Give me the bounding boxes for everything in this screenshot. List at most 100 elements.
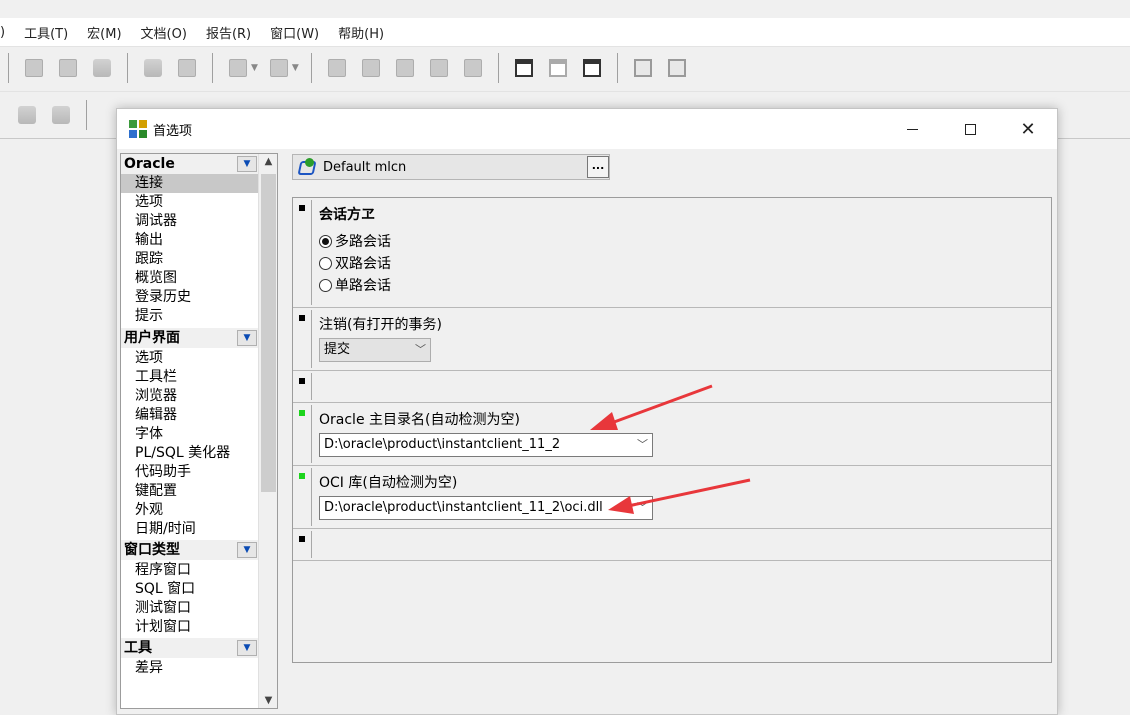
close-button[interactable]: ✕: [999, 109, 1057, 149]
menu-report[interactable]: 报告(R): [206, 23, 251, 42]
category-scrollbar[interactable]: ▲ ▼: [258, 154, 277, 708]
menu-document[interactable]: 文档(O): [141, 23, 187, 42]
profile-options-button[interactable]: ...: [587, 156, 609, 178]
setting-empty: [293, 371, 1051, 403]
category-item-trace[interactable]: 跟踪: [121, 250, 259, 269]
row-divider: [311, 373, 312, 400]
category-item-editor[interactable]: 编辑器: [121, 406, 259, 425]
category-item-plan-window[interactable]: 计划窗口: [121, 618, 259, 637]
menu-tools[interactable]: 工具(T): [24, 23, 68, 42]
copy-icon[interactable]: [59, 58, 77, 77]
category-item-test-window[interactable]: 测试窗口: [121, 599, 259, 618]
redo-icon[interactable]: [269, 58, 288, 77]
breakpoint-icon[interactable]: [514, 58, 533, 77]
profile-icon: [297, 158, 317, 176]
find-icon[interactable]: [144, 58, 162, 77]
main-toolbar: ▼ ▼: [0, 46, 1130, 88]
dialog-titlebar[interactable]: 首选项 ✕: [117, 109, 1057, 149]
category-group-window-types[interactable]: 窗口类型 ▼: [121, 540, 259, 560]
toolbar-separator: [127, 52, 128, 83]
category-item-overview[interactable]: 概览图: [121, 269, 259, 288]
row-divider: [311, 405, 312, 463]
profile-select[interactable]: Default mlcn ﹀: [292, 154, 610, 180]
category-group-oracle[interactable]: Oracle ▼: [121, 154, 259, 174]
category-group-ui[interactable]: 用户界面 ▼: [121, 328, 259, 348]
category-item-ui-options[interactable]: 选项: [121, 349, 259, 368]
radio-dual-session[interactable]: 双路会话: [319, 252, 391, 274]
settings-panel: 会话方ヱ 多路会话 双路会话 单路会话 注销(有打开的事务) 提交 ﹀ Orac…: [292, 197, 1052, 663]
radio-unchecked-icon[interactable]: [319, 278, 332, 292]
category-item-options[interactable]: 选项: [121, 193, 259, 212]
oracle-home-input[interactable]: D:\oracle\product\instantclient_11_2 ﹀: [319, 433, 653, 457]
category-item-diff[interactable]: 差异: [121, 659, 259, 678]
radio-unchecked-icon[interactable]: [319, 256, 332, 270]
setting-marker: [299, 205, 305, 211]
radio-single-session[interactable]: 单路会话: [319, 274, 391, 296]
edit-icon[interactable]: [327, 58, 346, 77]
radio-multi-session[interactable]: 多路会话: [319, 230, 391, 252]
category-item-key-config[interactable]: 键配置: [121, 482, 259, 501]
category-item-hints[interactable]: 提示: [121, 307, 259, 326]
category-item-logon-history[interactable]: 登录历史: [121, 288, 259, 307]
category-list[interactable]: Oracle ▼ 连接 选项 调试器 输出 跟踪 概览图 登录历史 提示 用户界…: [120, 153, 278, 709]
tile-windows-icon[interactable]: [667, 58, 686, 77]
setting-oci-library: OCI 库(自动检测为空) D:\oracle\product\instantc…: [293, 466, 1051, 529]
row-divider: [311, 310, 312, 368]
category-item-output[interactable]: 输出: [121, 231, 259, 250]
toolbar-separator: [8, 52, 9, 83]
scrollbar-thumb[interactable]: [261, 174, 276, 492]
insert-icon[interactable]: [429, 58, 448, 77]
cascade-windows-icon[interactable]: [633, 58, 652, 77]
undo-icon[interactable]: [229, 58, 247, 77]
disconnect-icon[interactable]: [52, 106, 70, 124]
maximize-button[interactable]: [941, 109, 999, 149]
category-item-appearance[interactable]: 外观: [121, 501, 259, 520]
remove-icon[interactable]: [463, 58, 482, 77]
category-item-toolbar[interactable]: 工具栏: [121, 368, 259, 387]
chevron-down-icon[interactable]: ﹀: [637, 497, 648, 519]
radio-checked-icon[interactable]: [319, 234, 332, 248]
cut-icon[interactable]: [25, 58, 43, 77]
oracle-home-value: D:\oracle\product\instantclient_11_2: [324, 437, 561, 452]
chevron-down-icon[interactable]: ▼: [237, 156, 257, 172]
unindent-icon[interactable]: [395, 58, 414, 77]
find-next-icon[interactable]: [178, 58, 196, 77]
chevron-down-icon[interactable]: ﹀: [637, 434, 648, 456]
preferences-dialog: 首选项 ✕ Oracle ▼ 连接 选项 调试器 输出 跟踪 概览图 登录历史 …: [116, 108, 1058, 715]
chevron-down-icon[interactable]: ▼: [237, 542, 257, 558]
category-group-tools[interactable]: 工具 ▼: [121, 638, 259, 658]
row-divider: [311, 200, 312, 305]
connect-icon[interactable]: [18, 106, 36, 124]
setting-marker: [299, 315, 305, 321]
breakpoint-clear-icon[interactable]: [582, 58, 601, 77]
category-item-program-window[interactable]: 程序窗口: [121, 561, 259, 580]
indent-icon[interactable]: [361, 58, 380, 77]
menu-macro[interactable]: 宏(M): [87, 23, 121, 42]
category-item-code-assistant[interactable]: 代码助手: [121, 463, 259, 482]
minimize-button[interactable]: [883, 109, 941, 149]
chevron-down-icon[interactable]: ▼: [237, 640, 257, 656]
menu-help[interactable]: 帮助(H): [338, 23, 384, 42]
chevron-down-icon[interactable]: ▼: [292, 63, 299, 73]
breakpoint-disabled-icon[interactable]: [548, 58, 567, 77]
logoff-select[interactable]: 提交 ﹀: [319, 338, 431, 362]
chevron-down-icon[interactable]: ﹀: [415, 339, 426, 361]
menu-window[interactable]: 窗口(W): [270, 23, 319, 42]
scroll-down-icon[interactable]: ▼: [259, 695, 277, 706]
oci-library-input[interactable]: D:\oracle\product\instantclient_11_2\oci…: [319, 496, 653, 520]
category-item-debugger[interactable]: 调试器: [121, 212, 259, 231]
minimize-icon: [906, 128, 918, 130]
category-item-connection[interactable]: 连接: [121, 174, 259, 193]
category-item-browser[interactable]: 浏览器: [121, 387, 259, 406]
menu-fragment: ): [0, 24, 6, 40]
chevron-down-icon[interactable]: ▼: [251, 63, 258, 73]
category-item-date-time[interactable]: 日期/时间: [121, 520, 259, 539]
scroll-up-icon[interactable]: ▲: [259, 156, 277, 167]
category-item-beautifier[interactable]: PL/SQL 美化器: [121, 444, 259, 463]
chevron-down-icon[interactable]: ▼: [237, 330, 257, 346]
paste-icon[interactable]: [93, 58, 111, 77]
setting-session-mode: 会话方ヱ 多路会话 双路会话 单路会话: [293, 198, 1051, 308]
category-item-font[interactable]: 字体: [121, 425, 259, 444]
row-divider: [311, 531, 312, 558]
category-item-sql-window[interactable]: SQL 窗口: [121, 580, 259, 599]
